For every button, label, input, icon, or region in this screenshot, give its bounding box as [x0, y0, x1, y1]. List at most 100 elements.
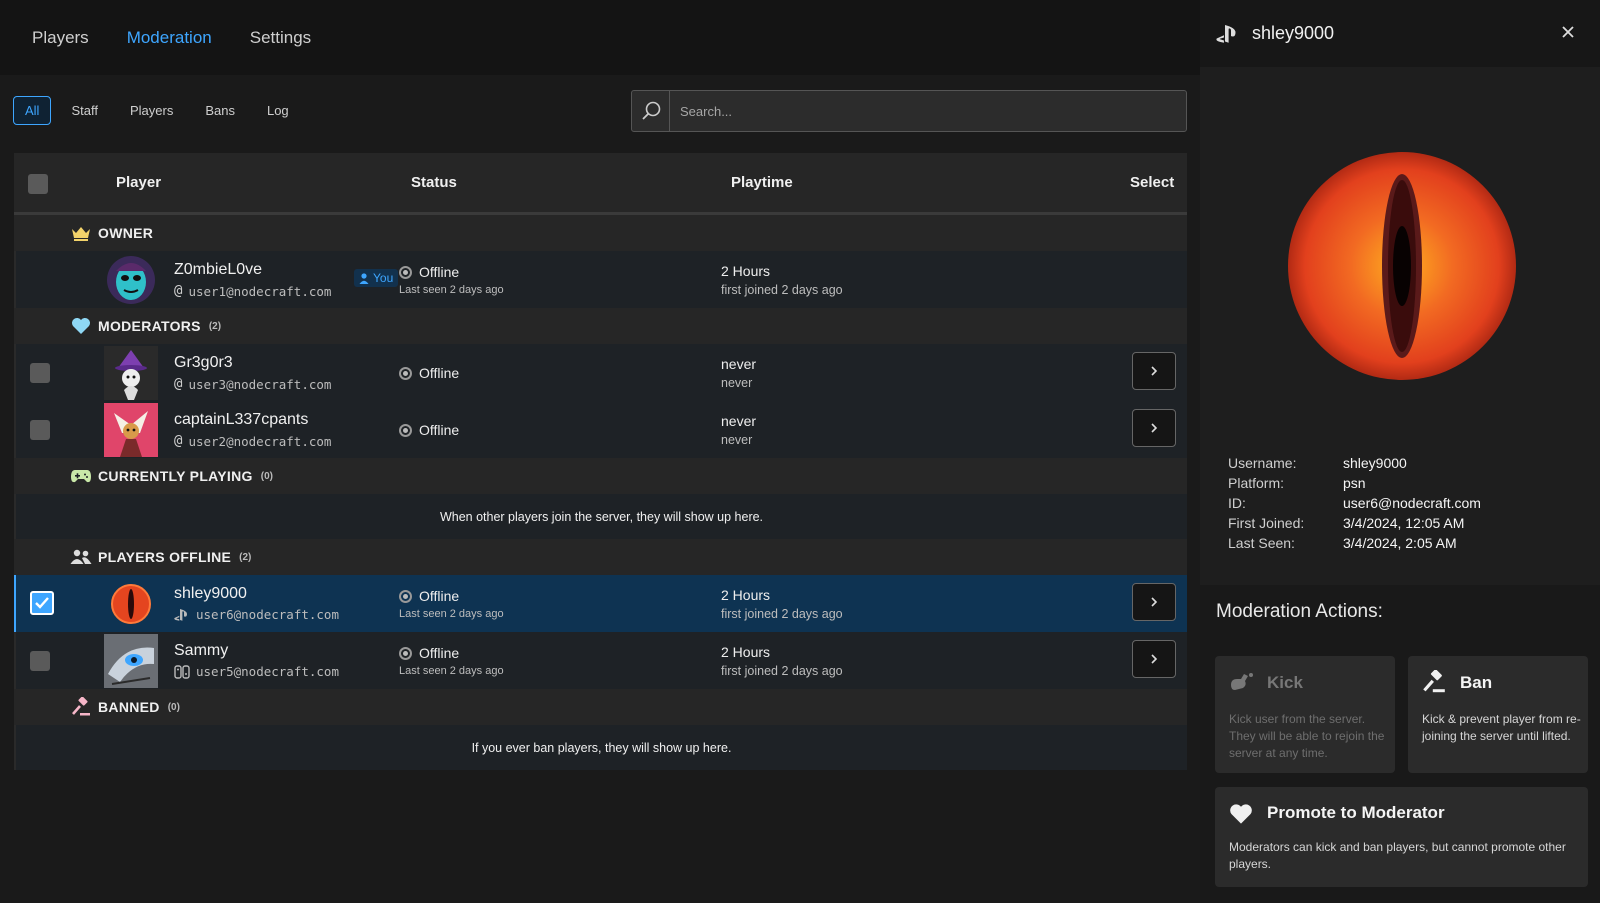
group-currently-playing: CURRENTLY PLAYING (0) [14, 458, 1187, 494]
playtime: never [721, 356, 757, 372]
open-player-button[interactable] [1132, 583, 1176, 621]
col-player: Player [116, 174, 162, 191]
table-row[interactable]: Gr3g0r3 @ user3@nodecraft.com Offline nev… [14, 344, 1187, 401]
info-username: shley9000 [1343, 455, 1407, 471]
info-last-seen: 3/4/2024, 2:05 AM [1343, 535, 1457, 551]
status: Offline [399, 365, 459, 381]
top-nav: Players Moderation Settings [0, 0, 1200, 75]
chevron-right-icon [1151, 366, 1158, 376]
col-status: Status [411, 174, 457, 191]
row-checkbox[interactable] [30, 651, 50, 671]
status: Offline [399, 264, 459, 280]
check-icon [35, 597, 49, 609]
kick-button[interactable]: Kick Kick user from the server. They wil… [1215, 656, 1395, 773]
info-id: user6@nodecraft.com [1343, 495, 1481, 511]
gamepad-icon [70, 466, 92, 486]
at-icon: @ [174, 376, 183, 392]
tab-moderation[interactable]: Moderation [127, 28, 212, 48]
chevron-right-icon [1151, 654, 1158, 664]
col-select: Select [1130, 174, 1175, 191]
crown-icon [70, 223, 92, 243]
nintendo-switch-icon [174, 664, 190, 679]
playtime: 2 Hours [721, 587, 771, 603]
filter-players[interactable]: Players [118, 96, 185, 125]
group-title: OWNER [98, 225, 154, 241]
users-icon [70, 547, 92, 567]
first-joined: first joined 2 days ago [721, 607, 843, 621]
playtime: never [721, 413, 757, 429]
player-info: Username: shley9000 Platform: psn ID: user6… [1228, 455, 1481, 551]
status-dot-icon [399, 589, 412, 603]
first-joined: never [721, 433, 753, 447]
avatar [104, 403, 158, 457]
info-platform: psn [1343, 475, 1366, 491]
first-joined: first joined 2 days ago [721, 664, 843, 678]
ban-button[interactable]: Ban Kick & prevent player from re-joinin… [1408, 656, 1588, 773]
open-player-button[interactable] [1132, 409, 1176, 447]
first-joined: first joined 2 days ago [721, 283, 843, 297]
filter-log[interactable]: Log [255, 96, 301, 125]
avatar [104, 634, 158, 688]
playstation-icon [174, 608, 187, 621]
user-icon [359, 272, 369, 284]
table-row[interactable]: Sammy user5@nodecraft.com Offline Last s… [14, 632, 1187, 689]
gavel-icon [1423, 670, 1445, 693]
search-icon[interactable] [632, 91, 670, 131]
search-box [631, 90, 1187, 132]
row-checkbox[interactable] [30, 591, 54, 615]
player-avatar-large [1286, 150, 1518, 382]
group-moderators: MODERATORS (2) [14, 308, 1187, 344]
promote-to-moderator-button[interactable]: Promote to Moderator Moderators can kick… [1215, 787, 1588, 887]
at-icon: @ [174, 433, 183, 449]
status: Offline [399, 422, 459, 438]
status: Offline [399, 588, 459, 604]
chevron-right-icon [1151, 597, 1158, 607]
panel-title: shley9000 [1252, 23, 1335, 43]
status-dot-icon [399, 646, 412, 660]
group-banned: BANNED (0) [14, 689, 1187, 725]
table-row[interactable]: captainL337cpants @ user2@nodecraft.com O… [14, 401, 1187, 458]
first-joined: never [721, 376, 753, 390]
tab-settings[interactable]: Settings [250, 28, 311, 48]
row-checkbox[interactable] [30, 363, 50, 383]
group-players-offline: PLAYERS OFFLINE (2) [14, 539, 1187, 575]
filter-all[interactable]: All [13, 96, 52, 125]
filter-chips: All Staff Players Bans Log [13, 96, 301, 125]
table-row[interactable]: shley9000 user6@nodecraft.com Offline La… [14, 575, 1187, 632]
select-all-checkbox[interactable] [28, 174, 48, 194]
row-checkbox[interactable] [30, 420, 50, 440]
panel-header: shley9000 [1200, 0, 1600, 67]
group-owner: OWNER [14, 215, 1187, 251]
playstation-icon [1216, 24, 1236, 43]
kick-icon [1231, 673, 1253, 690]
player-name: shley9000 [174, 585, 247, 602]
player-email: user1@nodecraft.com [188, 283, 332, 299]
you-badge: You [354, 269, 399, 287]
heart-icon [1230, 804, 1252, 824]
search-input[interactable] [670, 91, 1186, 131]
status-dot-icon [399, 265, 412, 279]
gavel-icon [70, 697, 92, 717]
chevron-right-icon [1151, 423, 1158, 433]
open-player-button[interactable] [1132, 352, 1176, 390]
status: Offline [399, 645, 459, 661]
avatar [104, 577, 158, 631]
close-icon[interactable] [1558, 22, 1578, 42]
at-icon: @ [174, 283, 183, 299]
avatar [104, 346, 158, 400]
player-name: Gr3g0r3 [174, 354, 233, 371]
empty-banned-message: If you ever ban players, they will show … [14, 725, 1187, 770]
players-table: Player Status Playtime Select OWNER Z0mb… [14, 153, 1187, 770]
filter-bans[interactable]: Bans [193, 96, 247, 125]
tab-players[interactable]: Players [32, 28, 89, 48]
empty-playing-message: When other players join the server, they… [14, 494, 1187, 539]
playtime: 2 Hours [721, 263, 771, 279]
filter-staff[interactable]: Staff [59, 96, 110, 125]
player-name: Sammy [174, 642, 229, 659]
open-player-button[interactable] [1132, 640, 1176, 678]
table-row[interactable]: Z0mbieL0ve You @ user1@nodecraft.com Offl… [14, 251, 1187, 308]
player-email: user2@nodecraft.com [188, 433, 332, 449]
col-playtime: Playtime [731, 174, 793, 191]
player-email: user6@nodecraft.com [196, 607, 339, 622]
last-seen: Last seen 2 days ago [399, 665, 504, 677]
